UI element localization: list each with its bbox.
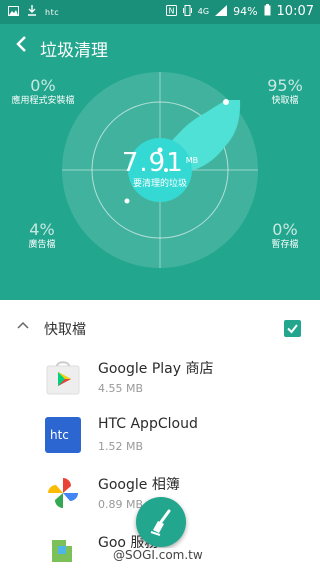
select-all-checkbox[interactable] [284, 320, 301, 337]
temp-percent: 0% [272, 220, 298, 239]
total-junk-value: 7.91 [121, 148, 184, 178]
htc-icon-text: htc [50, 428, 69, 442]
app-size: 1.52 MB [98, 440, 144, 453]
stat-app-install: 0% 應用程式安裝檔 [6, 76, 80, 107]
temp-label: 暫存檔 [271, 240, 299, 250]
network-label: 4G [197, 7, 210, 16]
google-play-store-icon [46, 361, 80, 395]
ads-point [124, 198, 130, 204]
app-install-percent: 0% [30, 76, 56, 95]
broom-icon [150, 509, 171, 536]
total-junk-unit: MB [185, 156, 199, 165]
clean-button[interactable] [136, 497, 186, 547]
total-junk: 7.91 MB 要清理的垃圾 [100, 148, 220, 189]
list-item[interactable]: Google Play 商店 4.55 MB [0, 350, 320, 408]
section-title: 快取檔 [44, 322, 86, 338]
stat-cache: 95% 快取檔 [260, 76, 310, 107]
battery-icon [264, 4, 271, 19]
app-size: 4.55 MB [98, 382, 144, 395]
signal-icon [215, 4, 228, 19]
app-name: Google Play 商店 [98, 361, 214, 377]
status-left: htc [8, 5, 59, 19]
arrow-left-icon [16, 36, 26, 52]
cleanup-header: 垃圾清理 0% 應用程式安裝檔 95% 快取檔 4% 廣告檔 0% 暫存檔 7.… [0, 24, 320, 300]
cache-point [223, 99, 229, 105]
download-notification-icon [27, 5, 37, 19]
battery-percent: 94% [233, 5, 258, 18]
google-photos-icon [48, 478, 78, 508]
list-item[interactable]: htc HTC AppCloud 1.52 MB [0, 408, 320, 466]
chevron-up-icon[interactable] [16, 319, 30, 333]
status-bar: htc N 4G 94% 10:07 [0, 0, 320, 24]
checkmark-icon [287, 324, 298, 334]
nfc-icon: N [165, 4, 177, 19]
app-name: HTC AppCloud [98, 416, 198, 432]
svg-text:N: N [168, 6, 174, 15]
cache-section-header[interactable]: 快取檔 [0, 313, 320, 345]
watermark: @SOGI.com.tw [110, 548, 206, 562]
google-play-services-icon [52, 540, 72, 562]
clock: 10:07 [276, 4, 314, 19]
status-right: N 4G 94% 10:07 [165, 4, 314, 19]
ads-percent: 4% [29, 220, 55, 239]
stat-ads: 4% 廣告檔 [14, 220, 70, 251]
vibrate-icon [182, 4, 192, 19]
ads-label: 廣告檔 [28, 240, 56, 250]
back-button[interactable] [10, 34, 34, 58]
carrier-label: htc [45, 7, 60, 17]
total-junk-label: 要清理的垃圾 [132, 179, 187, 189]
stat-temp: 0% 暫存檔 [260, 220, 310, 251]
page-title: 垃圾清理 [40, 41, 108, 61]
app-install-label: 應用程式安裝檔 [11, 96, 75, 106]
cache-label: 快取檔 [271, 96, 299, 106]
app-name: Google 相簿 [98, 477, 180, 493]
image-notification-icon [8, 5, 19, 19]
cache-percent: 95% [267, 76, 303, 95]
